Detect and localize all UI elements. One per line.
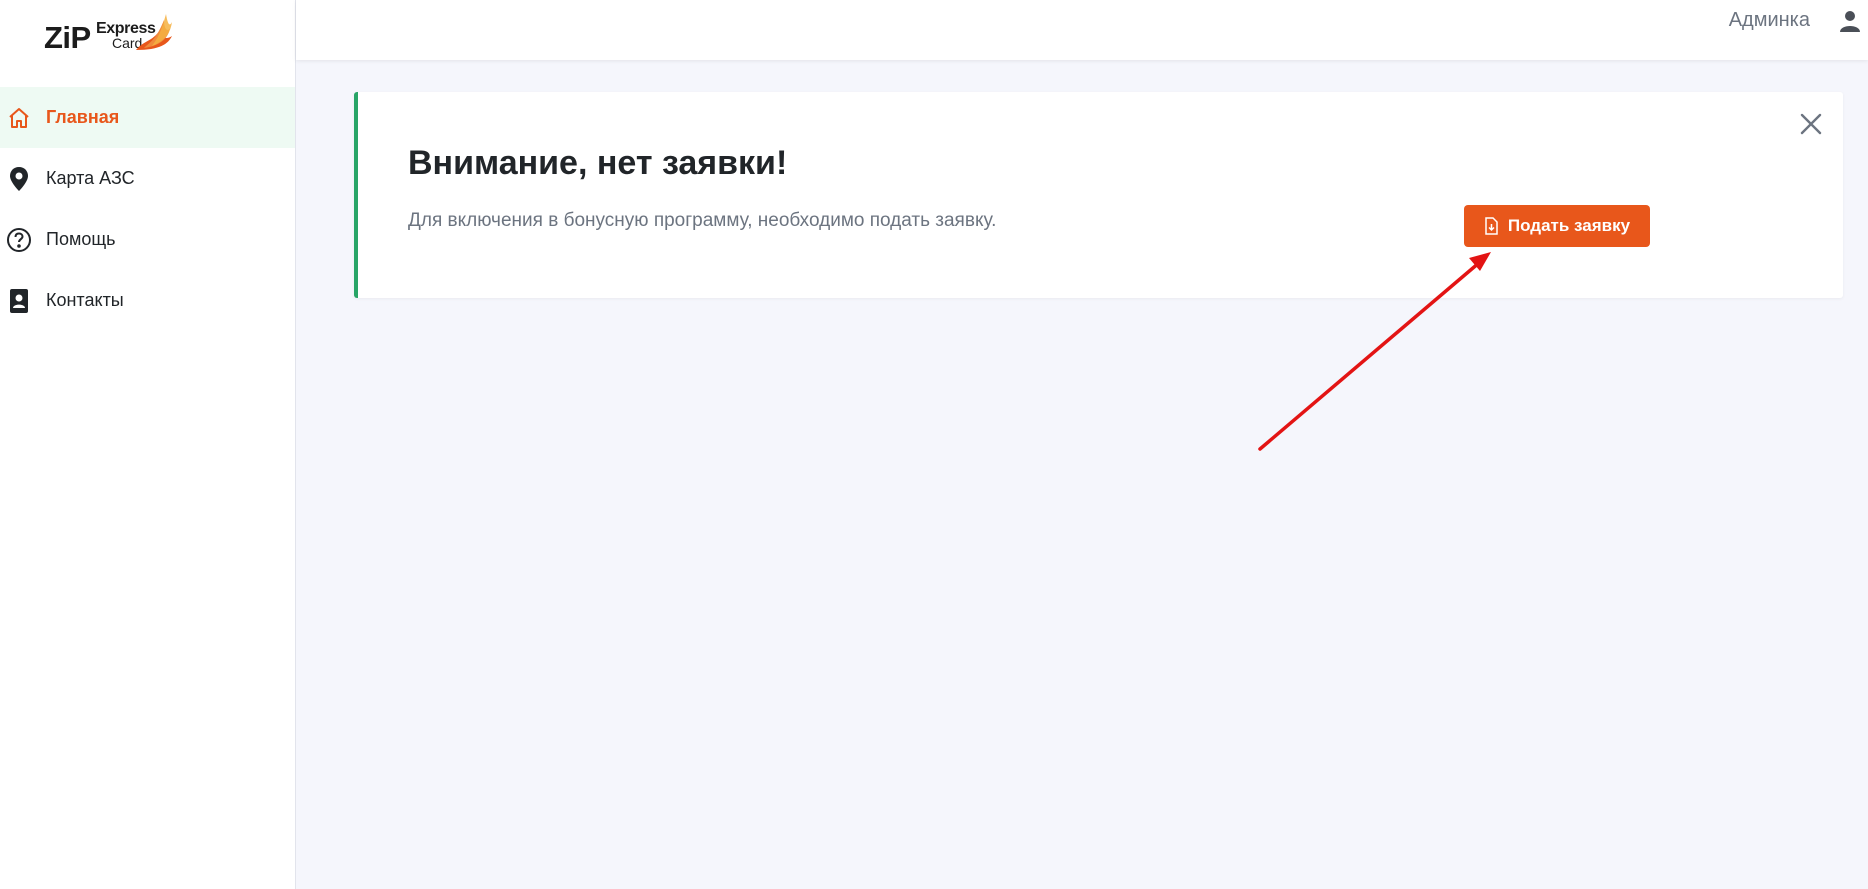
sidebar-item-label: Главная: [46, 107, 120, 127]
document-icon: [1484, 217, 1498, 235]
top-bar: Админка: [296, 0, 1868, 60]
user-menu-name[interactable]: Админка: [1729, 9, 1810, 32]
home-icon: [6, 105, 32, 131]
logo-brand: ZiP: [44, 20, 91, 55]
sidebar-nav: Главная Карта АЗС Помощь Контакты: [0, 87, 295, 331]
alert-title: Внимание, нет заявки!: [408, 144, 788, 182]
sidebar-item-label: Карта АЗС: [46, 168, 135, 188]
flame-icon: [136, 14, 172, 50]
contact-card-icon: [6, 288, 32, 314]
zip-express-card-logo[interactable]: ZiP Express Card: [44, 12, 174, 58]
question-circle-icon: [6, 227, 32, 253]
sidebar-item-map[interactable]: Карта АЗС: [0, 148, 295, 209]
no-application-alert: Внимание, нет заявки! Для включения в бо…: [354, 92, 1843, 298]
submit-application-label: Подать заявку: [1507, 216, 1631, 235]
sidebar-item-label: Помощь: [46, 229, 116, 249]
alert-message: Для включения в бонусную программу, необ…: [408, 210, 997, 231]
map-pin-icon: [6, 166, 32, 192]
sidebar-item-home[interactable]: Главная: [0, 87, 295, 148]
user-icon[interactable]: [1838, 9, 1862, 33]
sidebar-item-contacts[interactable]: Контакты: [0, 270, 295, 331]
sidebar-item-label: Контакты: [46, 290, 124, 310]
submit-application-button[interactable]: Подать заявку: [1464, 205, 1650, 247]
close-icon[interactable]: [1797, 110, 1825, 138]
sidebar: ZiP Express Card Главная Карта АЗС Помощ…: [0, 0, 296, 889]
sidebar-item-help[interactable]: Помощь: [0, 209, 295, 270]
